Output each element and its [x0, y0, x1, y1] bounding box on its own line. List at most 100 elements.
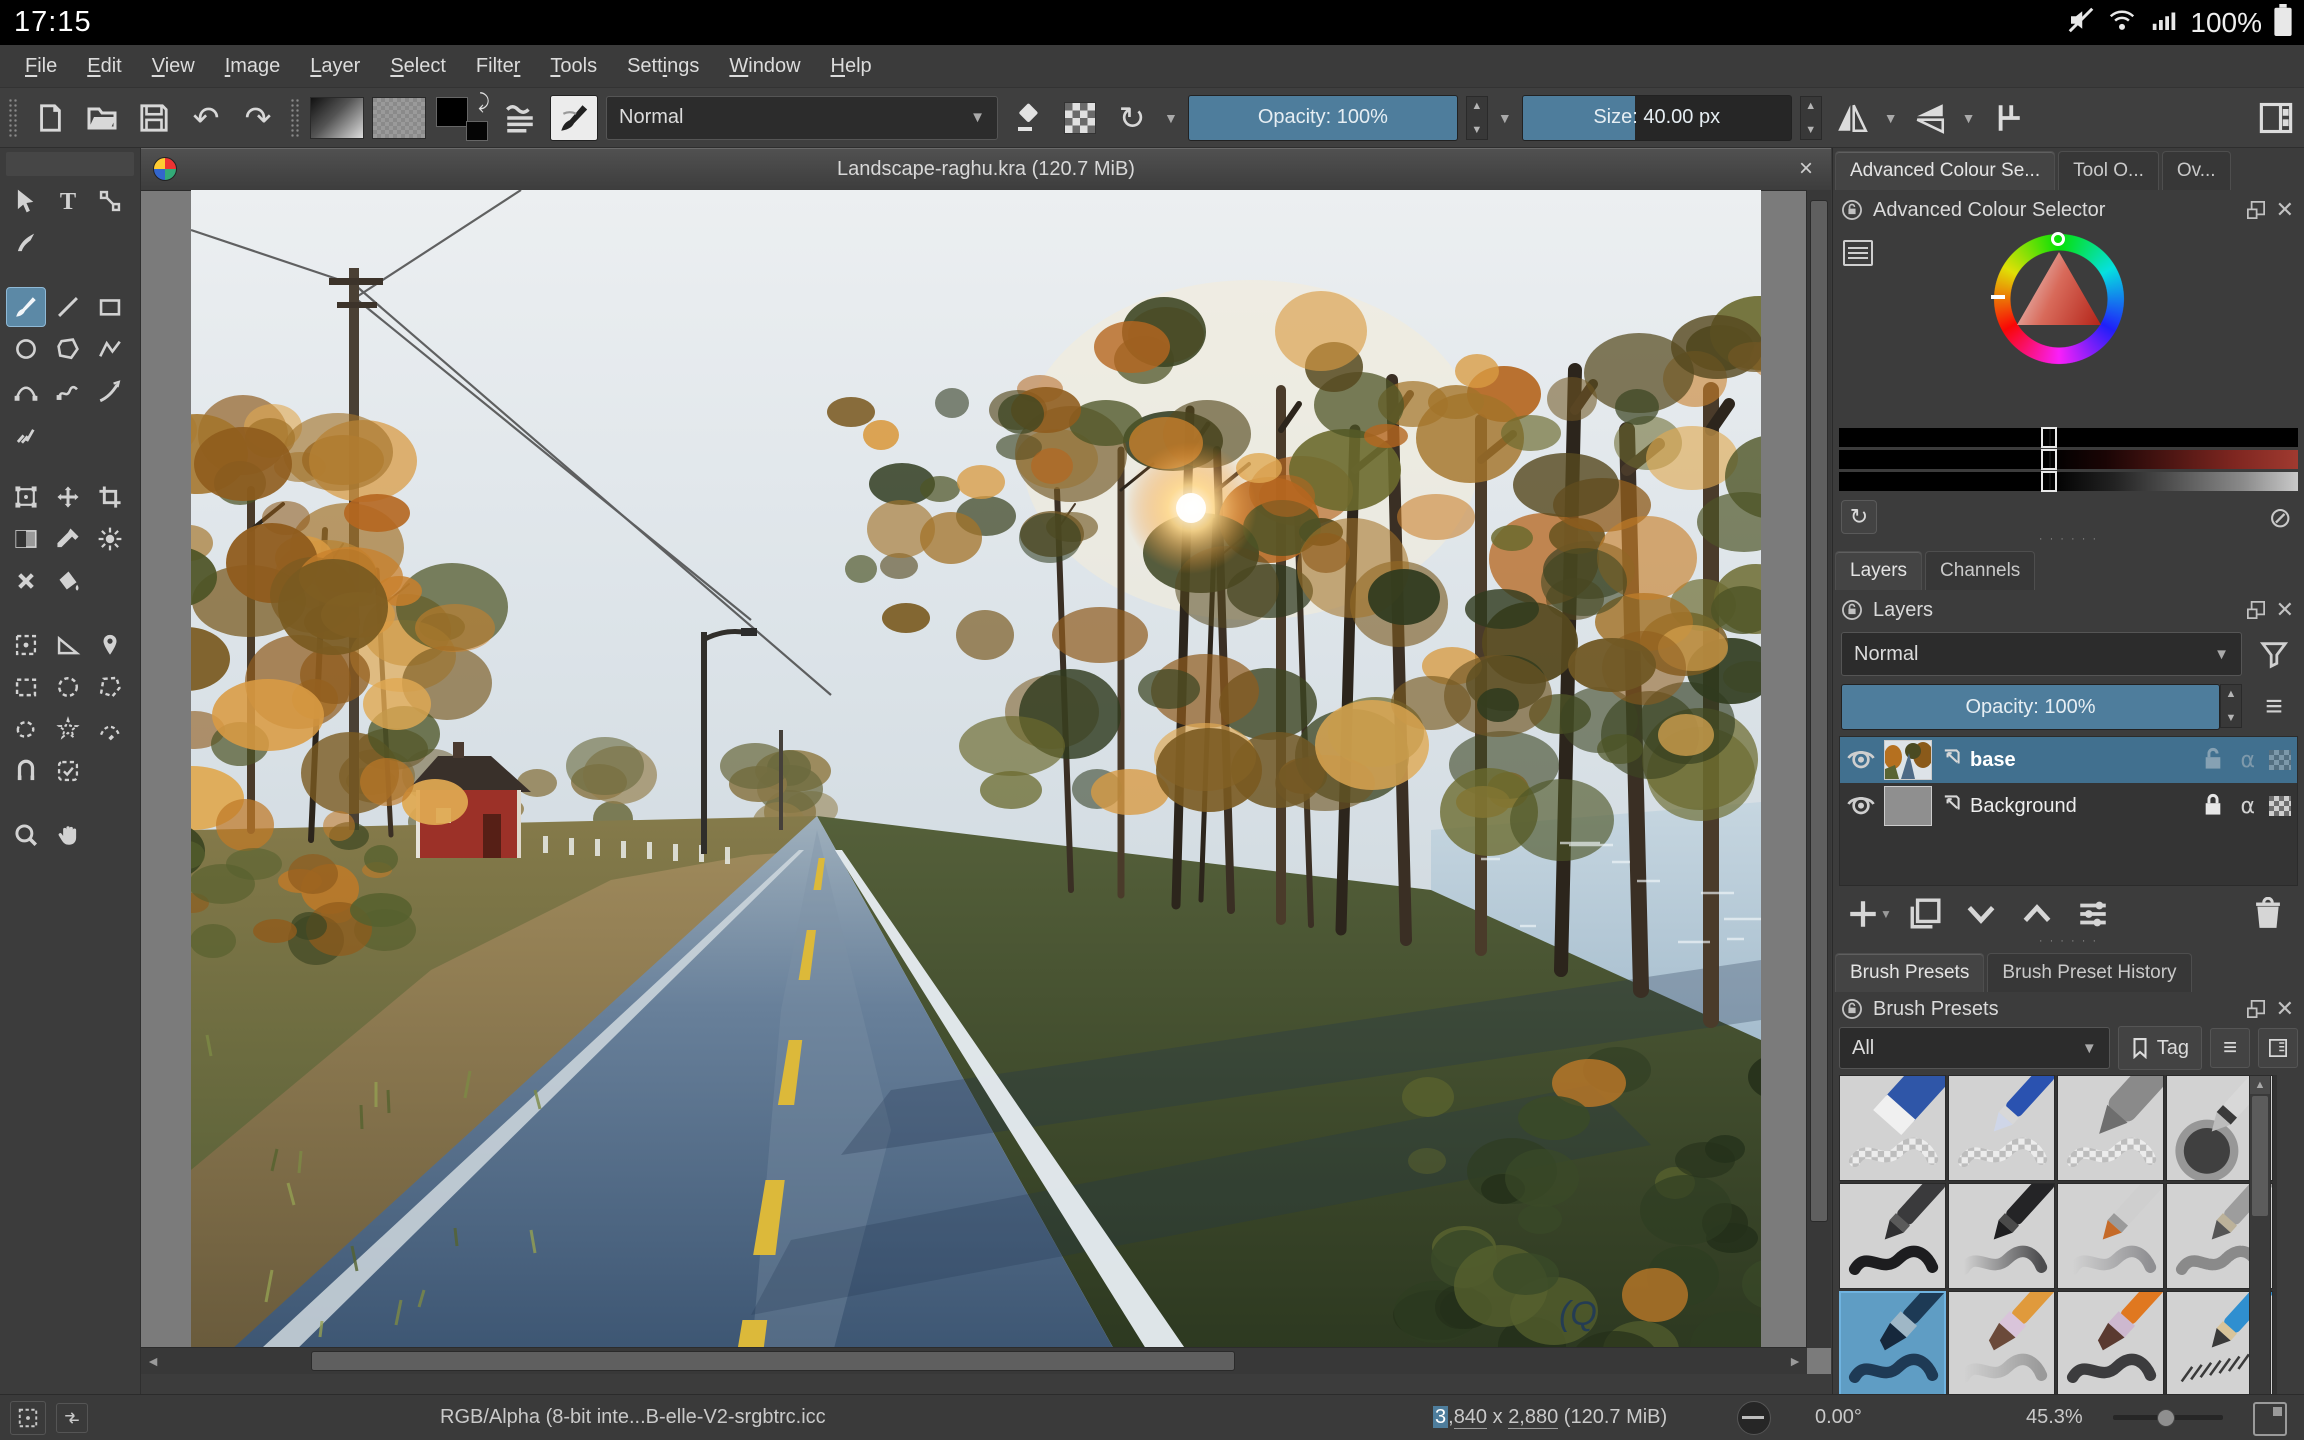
- onion-skin-icon[interactable]: [1940, 793, 1962, 820]
- layer-properties-button[interactable]: [2067, 894, 2119, 934]
- fill-tool[interactable]: [48, 561, 88, 601]
- menu-filter[interactable]: Filter: [461, 49, 535, 84]
- float-docker-icon[interactable]: [2246, 999, 2266, 1019]
- new-document-button[interactable]: [28, 96, 72, 140]
- brush-preset-ink-pen-black[interactable]: [1948, 1173, 2055, 1289]
- blending-mode-combo[interactable]: Normal ▼: [606, 95, 998, 140]
- similar-color-select-tool[interactable]: [48, 709, 88, 749]
- enclose-select-tool[interactable]: [48, 751, 88, 791]
- layer-options-menu-icon[interactable]: ≡: [2252, 690, 2296, 724]
- list-view-button[interactable]: ≡: [2210, 1028, 2250, 1068]
- rotation-dial-icon[interactable]: [1737, 1401, 1771, 1435]
- menu-window[interactable]: Window: [714, 49, 815, 84]
- selection-display-button[interactable]: [56, 1402, 88, 1433]
- tab-advanced-colour-se-[interactable]: Advanced Colour Se...: [1835, 151, 2056, 190]
- edit-shapes-tool[interactable]: [90, 181, 130, 221]
- save-button[interactable]: [132, 96, 176, 140]
- docker-lock-icon[interactable]: [1841, 199, 1863, 221]
- document-close-button[interactable]: ×: [1799, 155, 1813, 183]
- menu-edit[interactable]: Edit: [72, 49, 136, 84]
- menu-image[interactable]: Image: [210, 49, 296, 84]
- mirror-horizontal-button[interactable]: [1908, 96, 1952, 140]
- acs-settings-button[interactable]: [1843, 240, 1873, 266]
- move-layer-up-button[interactable]: [2011, 894, 2063, 934]
- selection-mode-button[interactable]: [10, 1400, 46, 1435]
- alpha-lock-icon[interactable]: α: [2240, 794, 2255, 819]
- assistants-tool[interactable]: [6, 625, 46, 665]
- float-docker-icon[interactable]: [2246, 600, 2266, 620]
- calligraphy-tool[interactable]: [6, 223, 46, 263]
- bezier-select-tool[interactable]: [90, 709, 130, 749]
- tab-channels[interactable]: Channels: [1925, 551, 2036, 590]
- layer-name[interactable]: Background: [1970, 795, 2077, 818]
- mirror-vertical-button[interactable]: [1830, 96, 1874, 140]
- layer-row-background[interactable]: Background α: [1840, 783, 2297, 829]
- crop-tool[interactable]: [90, 477, 130, 517]
- eraser-mode-button[interactable]: [1006, 96, 1050, 140]
- zoom-slider[interactable]: [2113, 1409, 2223, 1427]
- float-docker-icon[interactable]: [2246, 200, 2266, 220]
- opacity-dropdown-arrow[interactable]: ▼: [1498, 110, 1512, 126]
- splitter-handle[interactable]: · · · · · ·: [1833, 936, 2304, 950]
- tag-button[interactable]: Tag: [2117, 1026, 2202, 1070]
- color-sampler-tool[interactable]: [48, 519, 88, 559]
- value-strip-3[interactable]: [1839, 471, 2298, 492]
- tab-layers[interactable]: Layers: [1835, 551, 1923, 590]
- pattern-chooser[interactable]: [372, 96, 426, 139]
- move-tool[interactable]: [48, 477, 88, 517]
- preserve-alpha-button[interactable]: [1058, 96, 1102, 140]
- canvas-only-mode-button[interactable]: [2253, 1402, 2287, 1436]
- onion-skin-icon[interactable]: [1940, 747, 1962, 774]
- transform-tool[interactable]: [6, 477, 46, 517]
- size-spinner[interactable]: ▲ ▼: [1799, 95, 1822, 140]
- zoom-percent-text[interactable]: 45.3%: [2026, 1406, 2083, 1429]
- opacity-spinner[interactable]: ▲ ▼: [1465, 95, 1488, 140]
- menu-view[interactable]: View: [137, 49, 210, 84]
- layer-blending-combo[interactable]: Normal ▼: [1841, 632, 2242, 676]
- smart-patch-tool[interactable]: [6, 561, 46, 601]
- delete-layer-button[interactable]: [2242, 894, 2294, 934]
- layer-thumbnail[interactable]: [1884, 740, 1932, 780]
- menu-file[interactable]: File: [10, 49, 72, 84]
- reload-preset-button[interactable]: ↻: [1110, 96, 1154, 140]
- brush-preset-eraser-soft[interactable]: [1839, 1075, 1958, 1181]
- menu-select[interactable]: Select: [375, 49, 461, 84]
- layer-lock-icon[interactable]: [2200, 745, 2226, 776]
- layer-row-base[interactable]: base α: [1840, 737, 2297, 783]
- detail-view-button[interactable]: [2258, 1028, 2298, 1068]
- brush-editor-button[interactable]: [550, 94, 598, 141]
- menu-tools[interactable]: Tools: [535, 49, 612, 84]
- multibrush-tool[interactable]: [6, 413, 46, 453]
- preset-filter-combo[interactable]: All ▼: [1839, 1027, 2110, 1069]
- refresh-colors-button[interactable]: ↻: [1841, 500, 1877, 534]
- no-color-icon[interactable]: ⊘: [2269, 501, 2292, 534]
- reload-dropdown-arrow[interactable]: ▼: [1164, 110, 1178, 126]
- layer-thumbnail[interactable]: [1884, 786, 1932, 826]
- rect-select-tool[interactable]: [6, 667, 46, 707]
- tab-brush-preset-history[interactable]: Brush Preset History: [1987, 953, 2192, 992]
- rotation-angle-text[interactable]: 0.00°: [1815, 1406, 1862, 1429]
- brush-composite-icon[interactable]: [498, 96, 542, 140]
- docker-lock-icon[interactable]: [1841, 599, 1863, 621]
- layer-visibility-icon[interactable]: [1846, 745, 1876, 776]
- freehand-brush-tool[interactable]: [6, 287, 46, 327]
- size-slider[interactable]: Size: 40.00 px: [1521, 94, 1792, 141]
- scroll-left-arrow[interactable]: ◄: [141, 1353, 165, 1369]
- inherit-alpha-icon[interactable]: [2269, 750, 2291, 770]
- undo-button[interactable]: ↶: [184, 96, 228, 140]
- polygon-select-tool[interactable]: [90, 667, 130, 707]
- reference-images-tool[interactable]: [90, 625, 130, 665]
- scroll-right-arrow[interactable]: ►: [1783, 1353, 1807, 1369]
- select-shapes-tool[interactable]: [6, 181, 46, 221]
- ellipse-tool[interactable]: [6, 329, 46, 369]
- pan-tool[interactable]: [48, 815, 88, 855]
- brush-preset-ink-pen-silver[interactable]: [2057, 1173, 2164, 1289]
- canvas-horizontal-scrollbar[interactable]: ◄ ►: [141, 1347, 1807, 1374]
- layer-lock-icon[interactable]: [2200, 791, 2226, 822]
- brush-preset-basic-brush[interactable]: [1839, 1276, 1949, 1397]
- inherit-alpha-icon[interactable]: [2269, 796, 2291, 816]
- image-dimensions-text[interactable]: 3,840 x 2,880 (120.7 MiB): [1433, 1406, 1667, 1429]
- gradient-chooser[interactable]: [310, 96, 364, 139]
- brush-preset-blender-blur[interactable]: [2057, 1075, 2169, 1181]
- open-button[interactable]: [80, 96, 124, 140]
